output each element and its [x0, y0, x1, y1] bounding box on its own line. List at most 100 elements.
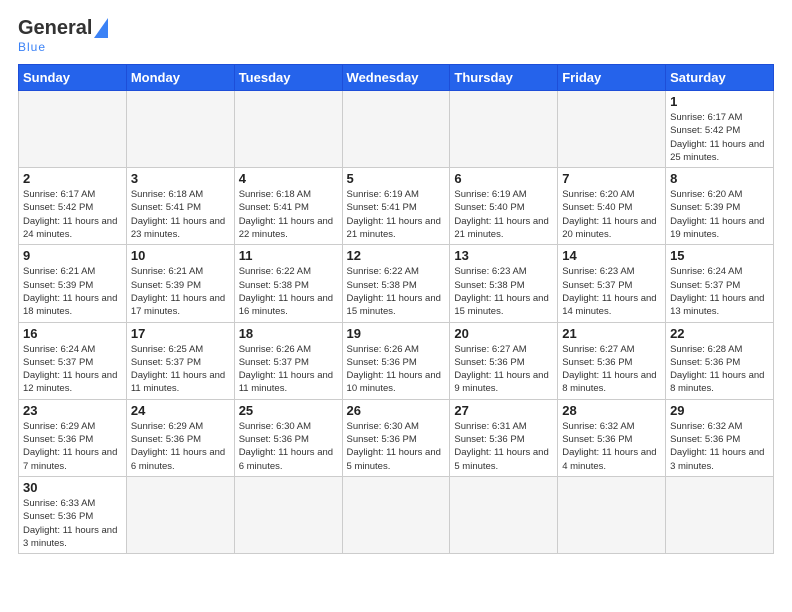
calendar-cell: 27 Sunrise: 6:31 AM Sunset: 5:36 PM Dayli… — [450, 399, 558, 476]
day-number: 6 — [454, 171, 553, 186]
day-number: 22 — [670, 326, 769, 341]
day-number: 30 — [23, 480, 122, 495]
day-info: Sunrise: 6:18 AM Sunset: 5:41 PM Dayligh… — [131, 188, 230, 241]
calendar-cell: 14 Sunrise: 6:23 AM Sunset: 5:37 PM Dayli… — [558, 245, 666, 322]
weekday-saturday: Saturday — [666, 65, 774, 91]
day-number: 5 — [347, 171, 446, 186]
week-row-2: 2Sunrise: 6:17 AM Sunset: 5:42 PM Daylig… — [19, 168, 774, 245]
calendar-cell: 18Sunrise: 6:26 AM Sunset: 5:37 PM Dayli… — [234, 322, 342, 399]
calendar-cell: 12 Sunrise: 6:22 AM Sunset: 5:38 PM Dayli… — [342, 245, 450, 322]
calendar-cell — [450, 91, 558, 168]
calendar-cell: 24Sunrise: 6:29 AM Sunset: 5:36 PM Dayli… — [126, 399, 234, 476]
day-number: 19 — [347, 326, 446, 341]
week-row-6: 30 Sunrise: 6:33 AM Sunset: 5:36 PM Dayli… — [19, 476, 774, 553]
day-info: Sunrise: 6:17 AM Sunset: 5:42 PM Dayligh… — [23, 188, 122, 241]
day-number: 8 — [670, 171, 769, 186]
calendar-cell — [342, 476, 450, 553]
day-info: Sunrise: 6:26 AM Sunset: 5:37 PM Dayligh… — [239, 343, 338, 396]
day-number: 23 — [23, 403, 122, 418]
day-info: Sunrise: 6:33 AM Sunset: 5:36 PM Dayligh… — [23, 497, 122, 550]
weekday-thursday: Thursday — [450, 65, 558, 91]
day-number: 26 — [347, 403, 446, 418]
day-info: Sunrise: 6:29 AM Sunset: 5:36 PM Dayligh… — [131, 420, 230, 473]
day-info: Sunrise: 6:32 AM Sunset: 5:36 PM Dayligh… — [670, 420, 769, 473]
day-number: 3 — [131, 171, 230, 186]
day-info: Sunrise: 6:29 AM Sunset: 5:36 PM Dayligh… — [23, 420, 122, 473]
calendar-cell: 30 Sunrise: 6:33 AM Sunset: 5:36 PM Dayli… — [19, 476, 127, 553]
day-info: Sunrise: 6:22 AM Sunset: 5:38 PM Dayligh… — [347, 265, 446, 318]
calendar-cell: 15Sunrise: 6:24 AM Sunset: 5:37 PM Dayli… — [666, 245, 774, 322]
day-number: 10 — [131, 248, 230, 263]
day-number: 17 — [131, 326, 230, 341]
calendar-cell — [450, 476, 558, 553]
calendar-cell — [342, 91, 450, 168]
calendar-cell: 28 Sunrise: 6:32 AM Sunset: 5:36 PM Dayli… — [558, 399, 666, 476]
calendar-cell: 6Sunrise: 6:19 AM Sunset: 5:40 PM Daylig… — [450, 168, 558, 245]
day-number: 21 — [562, 326, 661, 341]
week-row-1: 1Sunrise: 6:17 AM Sunset: 5:42 PM Daylig… — [19, 91, 774, 168]
weekday-header-row: SundayMondayTuesdayWednesdayThursdayFrid… — [19, 65, 774, 91]
calendar-cell: 23 Sunrise: 6:29 AM Sunset: 5:36 PM Dayli… — [19, 399, 127, 476]
day-number: 14 — [562, 248, 661, 263]
calendar-cell: 11 Sunrise: 6:22 AM Sunset: 5:38 PM Dayli… — [234, 245, 342, 322]
calendar-cell: 22 Sunrise: 6:28 AM Sunset: 5:36 PM Dayli… — [666, 322, 774, 399]
day-number: 16 — [23, 326, 122, 341]
day-info: Sunrise: 6:22 AM Sunset: 5:38 PM Dayligh… — [239, 265, 338, 318]
day-info: Sunrise: 6:21 AM Sunset: 5:39 PM Dayligh… — [23, 265, 122, 318]
day-number: 1 — [670, 94, 769, 109]
day-number: 9 — [23, 248, 122, 263]
header: General Blue — [18, 18, 774, 54]
day-number: 7 — [562, 171, 661, 186]
calendar-cell: 21 Sunrise: 6:27 AM Sunset: 5:36 PM Dayli… — [558, 322, 666, 399]
day-info: Sunrise: 6:21 AM Sunset: 5:39 PM Dayligh… — [131, 265, 230, 318]
day-number: 28 — [562, 403, 661, 418]
day-info: Sunrise: 6:20 AM Sunset: 5:39 PM Dayligh… — [670, 188, 769, 241]
day-info: Sunrise: 6:32 AM Sunset: 5:36 PM Dayligh… — [562, 420, 661, 473]
calendar-cell: 16 Sunrise: 6:24 AM Sunset: 5:37 PM Dayli… — [19, 322, 127, 399]
calendar-cell — [666, 476, 774, 553]
day-number: 29 — [670, 403, 769, 418]
weekday-wednesday: Wednesday — [342, 65, 450, 91]
calendar-cell: 19 Sunrise: 6:26 AM Sunset: 5:36 PM Dayli… — [342, 322, 450, 399]
day-info: Sunrise: 6:24 AM Sunset: 5:37 PM Dayligh… — [23, 343, 122, 396]
calendar-cell: 9 Sunrise: 6:21 AM Sunset: 5:39 PM Daylig… — [19, 245, 127, 322]
logo-general: General — [18, 18, 92, 38]
calendar-cell: 10 Sunrise: 6:21 AM Sunset: 5:39 PM Dayli… — [126, 245, 234, 322]
calendar-cell: 3 Sunrise: 6:18 AM Sunset: 5:41 PM Daylig… — [126, 168, 234, 245]
day-number: 27 — [454, 403, 553, 418]
week-row-5: 23 Sunrise: 6:29 AM Sunset: 5:36 PM Dayli… — [19, 399, 774, 476]
calendar-cell — [234, 476, 342, 553]
day-number: 20 — [454, 326, 553, 341]
day-info: Sunrise: 6:23 AM Sunset: 5:37 PM Dayligh… — [562, 265, 661, 318]
logo-triangle-icon — [94, 18, 108, 38]
calendar-cell: 29 Sunrise: 6:32 AM Sunset: 5:36 PM Dayli… — [666, 399, 774, 476]
calendar-cell — [126, 91, 234, 168]
day-info: Sunrise: 6:26 AM Sunset: 5:36 PM Dayligh… — [347, 343, 446, 396]
day-info: Sunrise: 6:25 AM Sunset: 5:37 PM Dayligh… — [131, 343, 230, 396]
logo: General Blue — [18, 18, 108, 54]
calendar-cell: 20 Sunrise: 6:27 AM Sunset: 5:36 PM Dayli… — [450, 322, 558, 399]
day-info: Sunrise: 6:20 AM Sunset: 5:40 PM Dayligh… — [562, 188, 661, 241]
calendar-cell — [19, 91, 127, 168]
day-info: Sunrise: 6:28 AM Sunset: 5:36 PM Dayligh… — [670, 343, 769, 396]
calendar-cell: 2Sunrise: 6:17 AM Sunset: 5:42 PM Daylig… — [19, 168, 127, 245]
calendar-cell: 17 Sunrise: 6:25 AM Sunset: 5:37 PM Dayli… — [126, 322, 234, 399]
calendar-cell — [558, 91, 666, 168]
day-info: Sunrise: 6:31 AM Sunset: 5:36 PM Dayligh… — [454, 420, 553, 473]
calendar-cell: 4Sunrise: 6:18 AM Sunset: 5:41 PM Daylig… — [234, 168, 342, 245]
day-number: 12 — [347, 248, 446, 263]
day-info: Sunrise: 6:27 AM Sunset: 5:36 PM Dayligh… — [562, 343, 661, 396]
calendar-cell: 8 Sunrise: 6:20 AM Sunset: 5:39 PM Daylig… — [666, 168, 774, 245]
day-info: Sunrise: 6:27 AM Sunset: 5:36 PM Dayligh… — [454, 343, 553, 396]
day-info: Sunrise: 6:24 AM Sunset: 5:37 PM Dayligh… — [670, 265, 769, 318]
logo-blue: Blue — [18, 40, 46, 54]
day-info: Sunrise: 6:19 AM Sunset: 5:41 PM Dayligh… — [347, 188, 446, 241]
day-info: Sunrise: 6:30 AM Sunset: 5:36 PM Dayligh… — [239, 420, 338, 473]
day-number: 25 — [239, 403, 338, 418]
calendar-cell — [558, 476, 666, 553]
calendar-table: SundayMondayTuesdayWednesdayThursdayFrid… — [18, 64, 774, 554]
calendar-cell — [234, 91, 342, 168]
calendar-cell: 26Sunrise: 6:30 AM Sunset: 5:36 PM Dayli… — [342, 399, 450, 476]
day-number: 11 — [239, 248, 338, 263]
calendar-cell: 7 Sunrise: 6:20 AM Sunset: 5:40 PM Daylig… — [558, 168, 666, 245]
